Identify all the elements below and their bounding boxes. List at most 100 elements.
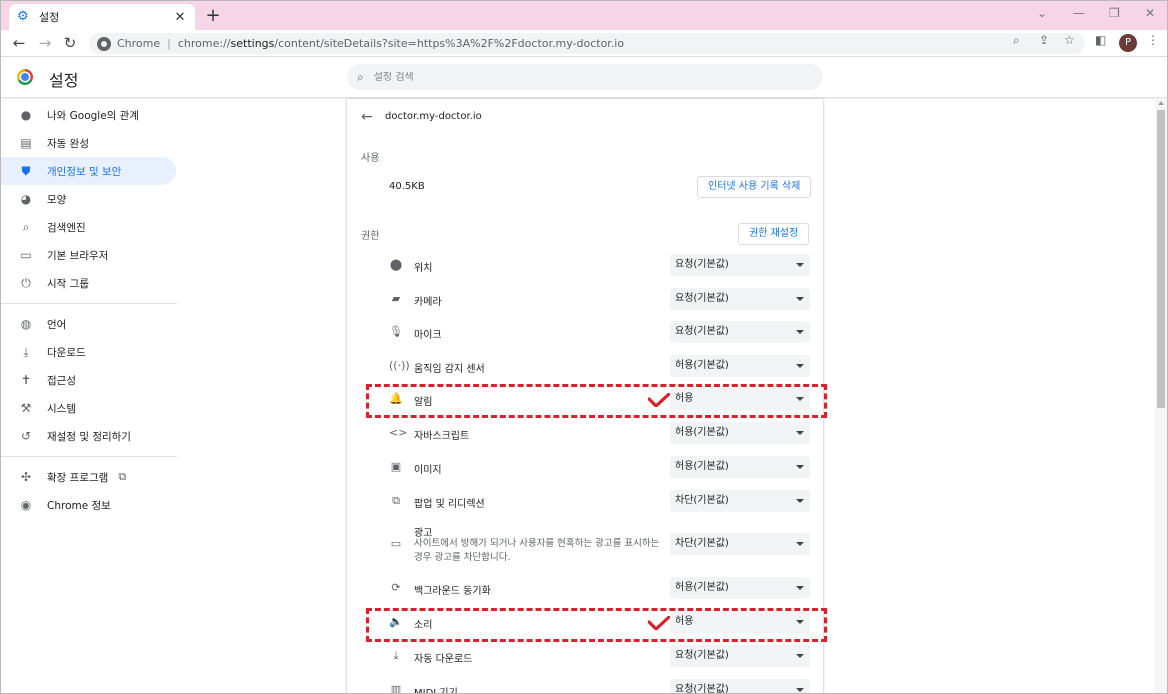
permission-select[interactable]: 허용(기본값) <box>670 422 810 444</box>
new-tab-icon[interactable]: + <box>205 5 221 26</box>
sidebar-item-downloads[interactable]: ⤓ 다운로드 <box>1 338 176 366</box>
permission-label: 카메라 <box>414 297 442 308</box>
avatar[interactable]: P <box>1119 34 1137 52</box>
permission-select[interactable]: 차단(기본값) <box>670 533 810 555</box>
permission-select[interactable]: 요청(기본값) <box>670 254 810 276</box>
tab-search-icon[interactable]: ⌄ <box>1037 6 1047 20</box>
permission-label: MIDI 기기 <box>414 688 458 694</box>
search-icon: ⌕ <box>357 69 364 84</box>
page-title: 설정 <box>49 71 79 90</box>
sidebar-item-label: 시작 그룹 <box>47 277 89 290</box>
back-icon[interactable]: ← <box>10 34 28 52</box>
close-icon[interactable]: ✕ <box>173 10 187 25</box>
permission-select[interactable]: 차단(기본값) <box>670 490 810 512</box>
reset-permissions-button[interactable]: 권한 재설정 <box>738 223 810 245</box>
scroll-up-icon[interactable] <box>1158 101 1164 105</box>
url-host: settings <box>230 37 275 50</box>
annotation-box-notifications <box>366 384 827 418</box>
search-icon: ⌕ <box>22 219 30 234</box>
sidebar-item-label: 재설정 및 정리하기 <box>47 430 131 443</box>
permission-select[interactable]: 요청(기본값) <box>670 679 810 693</box>
permission-row-auto-downloads: ⤓ 자동 다운로드 요청(기본값) <box>347 640 823 672</box>
search-input[interactable] <box>373 71 794 83</box>
tab-settings[interactable]: ⚙ 설정 ✕ <box>9 4 195 30</box>
permission-label: 이미지 <box>414 465 442 476</box>
sidebar-item-startup[interactable]: ⏻ 시작 그룹 <box>1 269 176 297</box>
sidebar-item-extensions[interactable]: ✣ 확장 프로그램 ⧉ <box>1 463 176 491</box>
url-scheme: chrome:// <box>177 37 231 50</box>
permission-select[interactable]: 요청(기본값) <box>670 645 810 667</box>
chrome-logo-icon <box>17 69 33 85</box>
site-name: doctor.my-doctor.io <box>385 111 482 122</box>
sidebar-divider <box>1 303 177 304</box>
url-text[interactable]: chrome://settings/content/siteDetails?si… <box>178 37 624 50</box>
permission-select[interactable]: 허용(기본값) <box>670 577 810 599</box>
microphone-icon: 🎙 <box>389 325 403 338</box>
sidebar-item-google[interactable]: ● 나와 Google의 관계 <box>1 101 176 129</box>
camera-icon: ▰ <box>391 292 401 305</box>
permission-description: 사이트에서 방해가 되거나 사용자를 현혹하는 광고를 표시하는 경우 광고를 … <box>414 538 660 563</box>
sidebar-item-appearance[interactable]: ◕ 모양 <box>1 185 176 213</box>
reset-icon: ↺ <box>20 429 32 443</box>
browser-window: ⚙ 설정 ✕ + ⌄ — ❐ ✕ ← → ↻ Chrome | chrome:/… <box>0 0 1168 694</box>
sidebar-item-search-engine[interactable]: ⌕ 검색엔진 <box>1 213 176 241</box>
sidebar-item-reset[interactable]: ↺ 재설정 및 정리하기 <box>1 422 176 450</box>
permission-select[interactable]: 허용(기본값) <box>670 456 810 478</box>
permission-row-images: ▣ 이미지 허용(기본값) <box>347 451 823 483</box>
sidebar-item-label: 검색엔진 <box>47 221 86 234</box>
permissions-heading: 권한 <box>361 231 380 242</box>
sidebar-item-label: 자동 완성 <box>47 137 89 150</box>
open-external-icon: ⧉ <box>118 470 127 483</box>
minimize-icon[interactable]: — <box>1073 6 1085 20</box>
sidebar-item-label: 기본 브라우저 <box>47 249 109 262</box>
sidebar-item-label: 확장 프로그램 <box>47 471 109 484</box>
permission-select[interactable]: 요청(기본값) <box>670 288 810 310</box>
sidebar-item-accessibility[interactable]: ✝ 접근성 <box>1 366 176 394</box>
sidebar: ● 나와 Google의 관계 ▤ 자동 완성 ⛊ 개인정보 및 보안 ◕ 모양… <box>1 101 181 519</box>
share-icon[interactable]: ⇪ <box>1039 33 1049 47</box>
permission-label: 마이크 <box>414 330 442 341</box>
sidebar-item-label: 나와 Google의 관계 <box>47 109 140 122</box>
sidebar-item-default-browser[interactable]: ▭ 기본 브라우저 <box>1 241 176 269</box>
browser-toolbar: ← → ↻ Chrome | chrome://settings/content… <box>1 30 1167 57</box>
zoom-icon[interactable]: ⌕ <box>1013 33 1020 48</box>
title-bar: ⚙ 설정 ✕ + ⌄ — ❐ ✕ <box>1 1 1167 30</box>
scrollbar-thumb[interactable] <box>1157 110 1165 408</box>
sidebar-item-about[interactable]: ◉ Chrome 정보 <box>1 491 176 519</box>
permission-label: 움직임 감지 센서 <box>414 364 485 375</box>
sidebar-item-label: 모양 <box>47 193 67 206</box>
sidebar-item-system[interactable]: ⚒ 시스템 <box>1 394 176 422</box>
restore-icon[interactable]: ❐ <box>1109 6 1120 20</box>
clear-data-button[interactable]: 인터넷 사용 기록 삭제 <box>697 176 812 198</box>
address-bar[interactable]: Chrome | chrome://settings/content/siteD… <box>89 33 1085 54</box>
reload-icon[interactable]: ↻ <box>61 34 79 52</box>
forward-icon[interactable]: → <box>36 34 54 52</box>
sidebar-item-languages[interactable]: ◍ 언어 <box>1 310 176 338</box>
popup-icon: ⧉ <box>392 494 400 507</box>
settings-search[interactable]: ⌕ <box>347 64 823 90</box>
tab-title: 설정 <box>39 11 60 24</box>
chrome-site-icon[interactable] <box>97 36 111 51</box>
permission-select[interactable]: 요청(기본값) <box>670 321 810 343</box>
browser-icon: ▭ <box>20 248 32 262</box>
permission-row-background-sync: ⟳ 백그라운드 동기화 허용(기본값) <box>347 572 823 604</box>
permission-select[interactable]: 허용(기본값) <box>670 355 810 377</box>
globe-icon: ◍ <box>20 317 32 331</box>
permission-label: 백그라운드 동기화 <box>414 586 491 597</box>
bookmark-star-icon[interactable]: ☆ <box>1064 33 1075 47</box>
sidebar-item-autofill[interactable]: ▤ 자동 완성 <box>1 129 176 157</box>
sync-icon: ⟳ <box>391 581 401 594</box>
sidebar-item-label: 개인정보 및 보안 <box>47 165 122 178</box>
page-scrollbar[interactable] <box>1155 98 1167 693</box>
download-icon: ⤓ <box>23 344 29 359</box>
back-arrow-icon[interactable]: ← <box>361 109 373 125</box>
more-menu-icon[interactable]: ⋮ <box>1147 33 1159 47</box>
sidebar-item-privacy[interactable]: ⛊ 개인정보 및 보안 <box>1 157 176 185</box>
side-panel-icon[interactable]: ◧ <box>1095 33 1106 47</box>
sidebar-item-label: 접근성 <box>47 374 76 387</box>
permission-row-midi: ▥ MIDI 기기 요청(기본값) <box>347 674 823 694</box>
window-close-icon[interactable]: ✕ <box>1145 6 1155 20</box>
location-pin-icon: ⬤ <box>389 258 403 271</box>
ad-icon: ▭ <box>390 537 402 550</box>
annotation-box-sound <box>366 608 827 642</box>
